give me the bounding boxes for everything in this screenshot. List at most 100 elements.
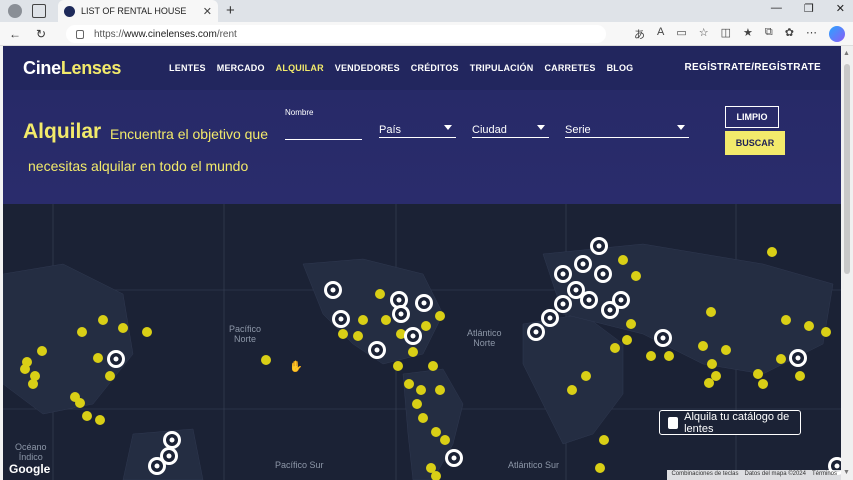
close-window-icon[interactable]: ✕ <box>836 2 845 15</box>
rental-pin[interactable] <box>612 291 630 309</box>
favorites-icon[interactable]: ★ <box>743 26 753 42</box>
rental-dot[interactable] <box>698 341 708 351</box>
restore-icon[interactable]: ❐ <box>804 2 814 15</box>
rental-pin[interactable] <box>392 305 410 323</box>
rental-dot[interactable] <box>416 385 426 395</box>
menu-lentes[interactable]: LENTES <box>169 63 206 73</box>
keyboard-shortcuts-link[interactable]: Combinaciones de teclas <box>671 471 738 479</box>
rental-pin[interactable] <box>590 237 608 255</box>
rental-pin[interactable] <box>527 323 545 341</box>
split-screen-icon[interactable]: ◫ <box>721 26 731 42</box>
menu-blog[interactable]: BLOG <box>607 63 634 73</box>
rent-catalog-button[interactable]: Alquila tu catálogo de lentes <box>659 410 801 435</box>
terms-link[interactable]: Términos <box>812 471 837 479</box>
clear-button[interactable]: LIMPIO <box>725 106 779 128</box>
rental-dot[interactable] <box>767 247 777 257</box>
menu-mercado[interactable]: MERCADO <box>217 63 265 73</box>
rental-dot[interactable] <box>646 351 656 361</box>
profile-icon[interactable] <box>8 4 22 18</box>
lock-icon[interactable] <box>76 29 84 39</box>
rental-dot[interactable] <box>595 463 605 473</box>
rental-dot[interactable] <box>626 319 636 329</box>
rental-pin[interactable] <box>324 281 342 299</box>
rental-dot[interactable] <box>821 327 831 337</box>
rental-dot[interactable] <box>404 379 414 389</box>
rental-dot[interactable] <box>753 369 763 379</box>
rental-dot[interactable] <box>618 255 628 265</box>
rental-dot[interactable] <box>610 343 620 353</box>
rental-dot[interactable] <box>431 427 441 437</box>
country-select[interactable]: País <box>379 120 456 138</box>
rental-dot[interactable] <box>758 379 768 389</box>
translate-icon[interactable]: あ <box>634 26 645 42</box>
rental-dot[interactable] <box>77 327 87 337</box>
google-logo[interactable]: Google <box>9 462 50 476</box>
rental-dot[interactable] <box>704 378 714 388</box>
rental-pin[interactable] <box>594 265 612 283</box>
rental-dot[interactable] <box>581 371 591 381</box>
rental-pin[interactable] <box>107 350 125 368</box>
rental-dot[interactable] <box>142 327 152 337</box>
tab-actions-icon[interactable] <box>32 4 46 18</box>
rental-dot[interactable] <box>599 435 609 445</box>
rental-pin[interactable] <box>163 431 181 449</box>
browser-tab[interactable]: LIST OF RENTAL HOUSE ✕ <box>58 0 218 22</box>
rental-dot[interactable] <box>118 323 128 333</box>
page-scrollbar[interactable]: ▲ ▼ <box>841 46 853 480</box>
rental-dot[interactable] <box>707 359 717 369</box>
rental-dot[interactable] <box>93 353 103 363</box>
rental-pin[interactable] <box>332 310 350 328</box>
rental-dot[interactable] <box>721 345 731 355</box>
rental-dot[interactable] <box>664 351 674 361</box>
more-menu-icon[interactable]: ⋯ <box>806 26 817 42</box>
rental-pin[interactable] <box>554 295 572 313</box>
close-tab-icon[interactable]: ✕ <box>203 5 212 18</box>
series-select[interactable]: Serie <box>565 120 689 138</box>
rental-dot[interactable] <box>435 385 445 395</box>
copilot-icon[interactable] <box>829 26 845 42</box>
refresh-icon[interactable]: ↻ <box>32 27 50 41</box>
scroll-down-icon[interactable]: ▼ <box>843 469 850 476</box>
rental-pin[interactable] <box>554 265 572 283</box>
name-input[interactable] <box>285 122 362 140</box>
menu-vendedores[interactable]: VENDEDORES <box>335 63 400 73</box>
rental-dot[interactable] <box>418 413 428 423</box>
menu-tripulacion[interactable]: TRIPULACIÓN <box>470 63 534 73</box>
rental-dot[interactable] <box>567 385 577 395</box>
back-icon[interactable]: ← <box>6 27 24 41</box>
rental-pin[interactable] <box>654 329 672 347</box>
rental-dot[interactable] <box>381 315 391 325</box>
rental-pin[interactable] <box>445 449 463 467</box>
rental-dot[interactable] <box>375 289 385 299</box>
rental-dot[interactable] <box>37 346 47 356</box>
rental-pin[interactable] <box>580 291 598 309</box>
register-link[interactable]: REGÍSTRATE/REGÍSTRATE <box>685 62 822 73</box>
minimize-icon[interactable]: — <box>771 2 782 15</box>
rental-dot[interactable] <box>338 329 348 339</box>
rental-dot[interactable] <box>98 315 108 325</box>
rental-pin[interactable] <box>404 327 422 345</box>
menu-carretes[interactable]: CARRETES <box>544 63 595 73</box>
city-select[interactable]: Ciudad <box>472 120 549 138</box>
rental-dot[interactable] <box>393 361 403 371</box>
scroll-up-icon[interactable]: ▲ <box>843 50 850 57</box>
map-canvas[interactable] <box>3 204 841 480</box>
search-button[interactable]: BUSCAR <box>725 131 785 155</box>
rental-dot[interactable] <box>95 415 105 425</box>
rental-dot[interactable] <box>706 307 716 317</box>
menu-creditos[interactable]: CRÉDITOS <box>411 63 459 73</box>
rental-pin[interactable] <box>415 294 433 312</box>
rental-pin[interactable] <box>789 349 807 367</box>
rental-pin[interactable] <box>541 309 559 327</box>
rental-pin[interactable] <box>368 341 386 359</box>
scrollbar-thumb[interactable] <box>844 64 850 274</box>
rental-dot[interactable] <box>261 355 271 365</box>
rental-dot[interactable] <box>435 311 445 321</box>
rental-dot[interactable] <box>28 379 38 389</box>
rental-pin[interactable] <box>574 255 592 273</box>
rental-dot[interactable] <box>358 315 368 325</box>
rental-dot[interactable] <box>631 271 641 281</box>
rental-dot[interactable] <box>408 347 418 357</box>
extensions-icon[interactable]: ✿ <box>785 26 794 42</box>
rental-dot[interactable] <box>105 371 115 381</box>
